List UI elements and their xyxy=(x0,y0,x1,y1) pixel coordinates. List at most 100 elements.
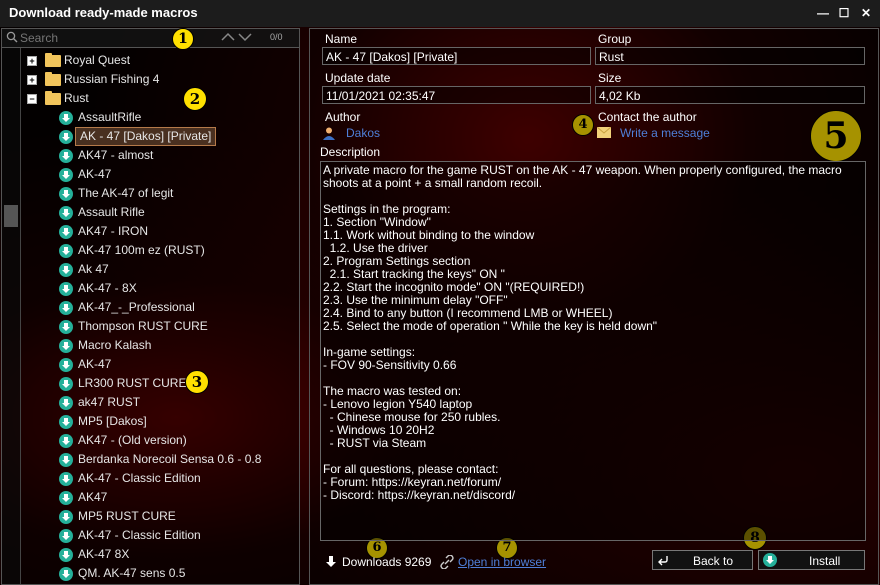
expand-icon[interactable]: + xyxy=(27,75,37,85)
download-icon xyxy=(59,187,73,201)
download-icon xyxy=(59,472,73,486)
macro-list-panel: 0/0 + Royal Quest + Russian Fishing 4 − … xyxy=(1,28,300,585)
download-icon xyxy=(59,377,73,391)
link-icon xyxy=(440,555,454,569)
collapse-icon[interactable]: − xyxy=(27,94,37,104)
scrollbar-thumb[interactable] xyxy=(4,205,18,227)
download-icon xyxy=(59,548,73,562)
name-label: Name xyxy=(325,32,358,46)
user-icon xyxy=(323,127,335,140)
tree-item-label: AssaultRifle xyxy=(78,110,142,124)
author-link[interactable]: Dakos xyxy=(346,126,380,140)
download-icon xyxy=(59,263,73,277)
download-icon xyxy=(59,567,73,581)
tree-item-label: AK-47 - Classic Edition xyxy=(78,528,201,542)
back-arrow-icon xyxy=(658,556,668,566)
folder-icon xyxy=(45,72,61,86)
callout-badge-3: 3 xyxy=(185,370,209,394)
search-input[interactable] xyxy=(20,30,190,45)
open-in-browser-link[interactable]: Open in browser xyxy=(458,555,546,569)
macro-tree: + Royal Quest + Russian Fishing 4 − Rust… xyxy=(21,48,299,584)
description-text[interactable]: A private macro for the game RUST on the… xyxy=(320,161,866,541)
download-icon xyxy=(59,282,73,296)
tree-item-label: MP5 RUST CURE xyxy=(78,509,176,523)
tree-item-label: MP5 [Dakos] xyxy=(78,414,147,428)
search-next-icon xyxy=(238,33,252,42)
group-label: Group xyxy=(598,32,632,46)
download-icon xyxy=(59,149,73,163)
size-field[interactable]: 4,02 Kb xyxy=(595,86,865,104)
tree-item-label: AK47 - IRON xyxy=(78,224,149,238)
download-icon xyxy=(59,453,73,467)
tree-item-label: AK-47 xyxy=(78,357,112,371)
window-title: Download ready-made macros xyxy=(9,5,198,20)
tree-item-label: AK - 47 [Dakos] [Private] xyxy=(75,127,217,146)
tree-item-label: Ak 47 xyxy=(78,262,109,276)
search-prev-icon xyxy=(221,32,235,41)
download-icon xyxy=(59,301,73,315)
install-button[interactable]: Install xyxy=(758,550,865,570)
tree-item-label: ak47 RUST xyxy=(78,395,141,409)
back-button-label: Back to xyxy=(693,554,734,568)
download-icon xyxy=(59,168,73,182)
write-message-link[interactable]: Write a message xyxy=(620,126,710,140)
download-icon xyxy=(59,415,73,429)
close-button[interactable]: ✕ xyxy=(857,4,875,22)
tree-item-label: AK-47 - Classic Edition xyxy=(78,471,201,485)
search-icon xyxy=(6,31,18,43)
search-result-count: 0/0 xyxy=(270,32,283,42)
callout-badge-1: 1 xyxy=(172,28,194,50)
back-button[interactable]: Back to xyxy=(652,550,753,570)
download-icon xyxy=(59,510,73,524)
download-icon xyxy=(59,434,73,448)
search-bar: 0/0 xyxy=(2,29,299,48)
maximize-button[interactable]: ☐ xyxy=(835,4,853,22)
download-icon xyxy=(59,130,73,144)
download-icon xyxy=(59,529,73,543)
macro-detail-panel: Name AK - 47 [Dakos] [Private] Group Rus… xyxy=(309,28,879,585)
description-label: Description xyxy=(320,145,381,159)
download-icon xyxy=(59,244,73,258)
folder-icon xyxy=(45,53,61,67)
download-icon xyxy=(59,491,73,505)
tree-item-label: The AK-47 of legit xyxy=(78,186,174,200)
tree-item-label: AK-47 - 8X xyxy=(78,281,137,295)
minimize-button[interactable]: — xyxy=(814,4,832,22)
download-arrow-icon xyxy=(326,556,336,567)
size-label: Size xyxy=(598,71,622,85)
download-icon xyxy=(59,358,73,372)
tree-item-label: AK-47 xyxy=(78,167,112,181)
download-icon xyxy=(59,206,73,220)
tree-item-label: AK47 - almost xyxy=(78,148,154,162)
tree-item-label: AK-47 8X xyxy=(78,547,130,561)
download-icon xyxy=(59,320,73,334)
search-nav-arrows xyxy=(220,29,254,48)
download-icon xyxy=(59,396,73,410)
downloads-count: Downloads 9269 xyxy=(342,555,432,569)
expand-icon[interactable]: + xyxy=(27,56,37,66)
download-icon xyxy=(59,111,73,125)
tree-item-label: AK-47 100m ez (RUST) xyxy=(78,243,205,257)
tree-item-label: Berdanka Norecoil Sensa 0.6 - 0.8 xyxy=(78,452,262,466)
author-label: Author xyxy=(325,110,361,124)
group-field[interactable]: Rust xyxy=(595,47,865,65)
contact-label: Contact the author xyxy=(598,110,697,124)
callout-badge-2: 2 xyxy=(183,87,207,111)
tree-item-label: AK47 - (Old version) xyxy=(78,433,187,447)
update-date-field[interactable]: 11/01/2021 02:35:47 xyxy=(322,86,591,104)
install-button-label: Install xyxy=(809,554,841,568)
update-date-label: Update date xyxy=(325,71,391,85)
scrollbar[interactable] xyxy=(2,48,21,584)
title-bar: Download ready-made macros — ☐ ✕ xyxy=(0,0,880,27)
tree-item-label: AK47 xyxy=(78,490,108,504)
tree-item-label: Thompson RUST CURE xyxy=(78,319,208,333)
download-icon xyxy=(59,225,73,239)
tree-item-label: Assault Rifle xyxy=(78,205,145,219)
tree-item-label: QM. AK-47 sens 0.5 xyxy=(78,566,186,580)
name-field[interactable]: AK - 47 [Dakos] [Private] xyxy=(322,47,591,65)
tree-item-label: LR300 RUST CURE xyxy=(78,376,187,390)
tree-item-label: AK-47_-_Professional xyxy=(78,300,195,314)
tree-item-label: Macro Kalash xyxy=(78,338,152,352)
envelope-icon xyxy=(597,127,611,138)
install-icon xyxy=(763,553,777,567)
